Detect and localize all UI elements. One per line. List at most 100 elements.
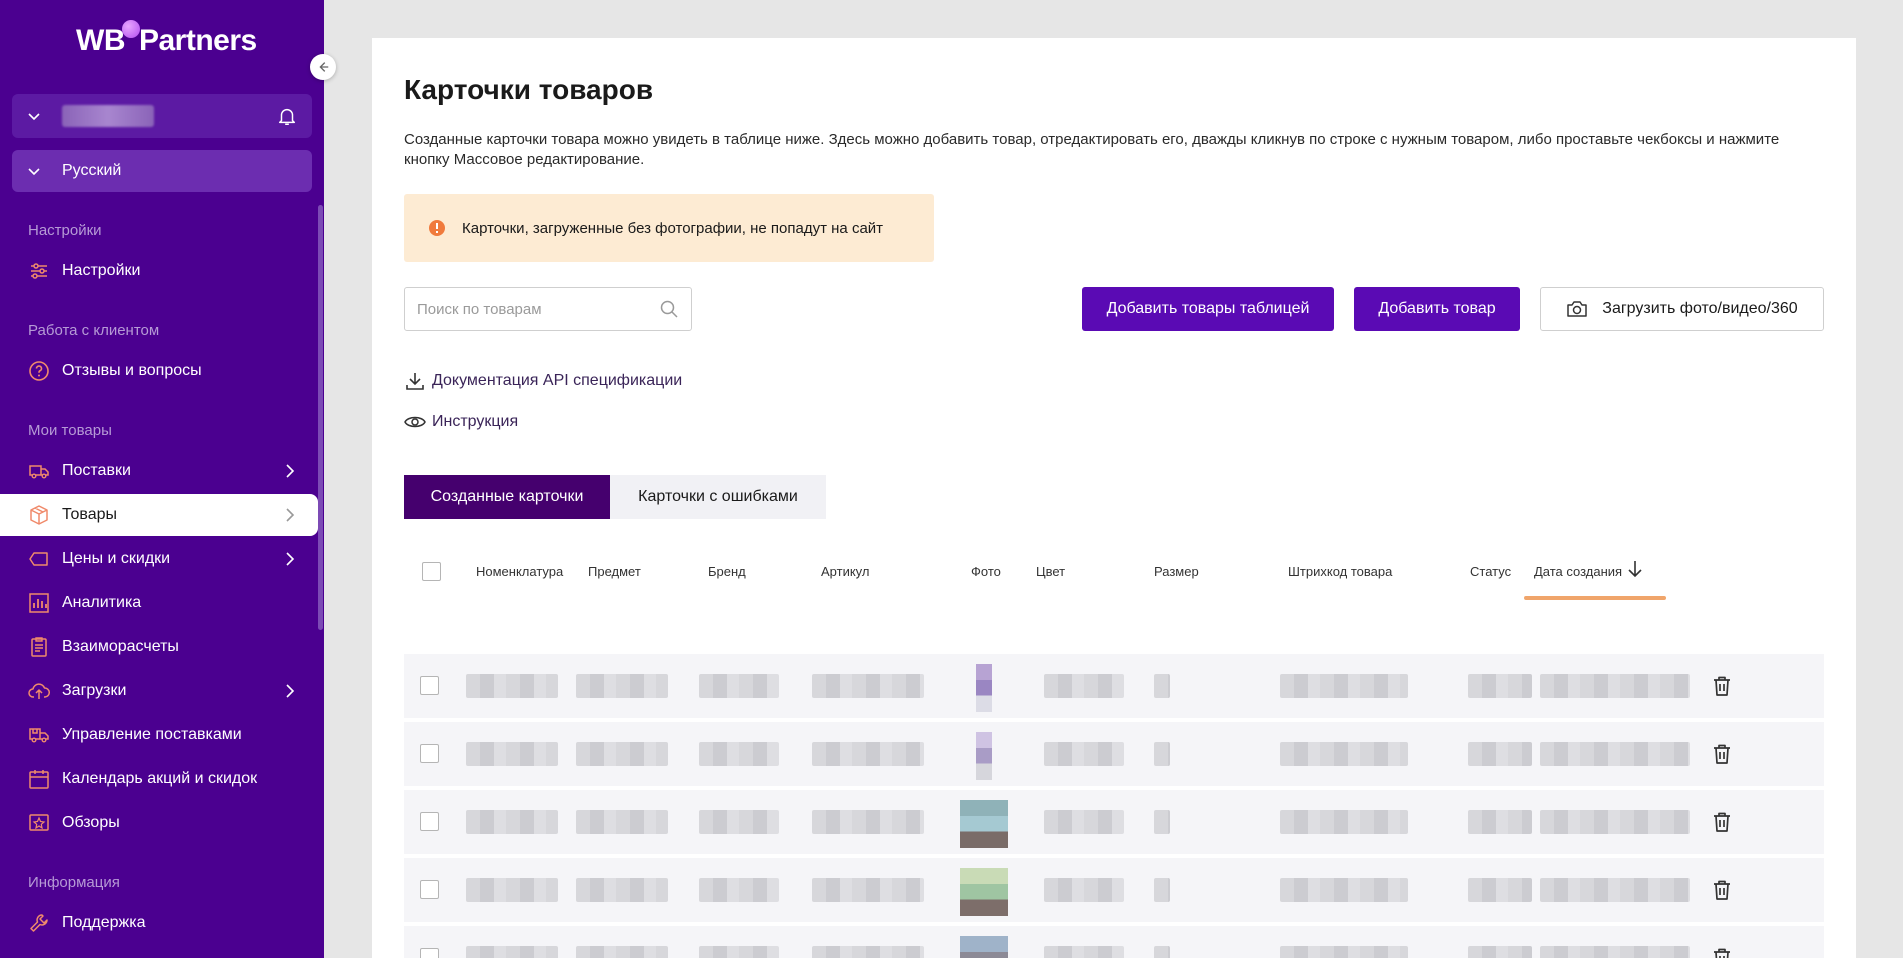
row-checkbox[interactable] xyxy=(420,948,439,958)
redacted-cell xyxy=(1154,674,1170,698)
bell-icon[interactable] xyxy=(276,105,298,127)
redacted-cell xyxy=(1044,674,1124,698)
chevron-right-icon xyxy=(286,552,295,566)
column-header-article[interactable]: Артикул xyxy=(821,564,869,579)
delete-trash-icon[interactable] xyxy=(1710,878,1734,902)
sidebar-item-label: Управление поставками xyxy=(62,726,242,743)
redacted-cell xyxy=(1280,810,1408,834)
sidebar-item-label: Календарь акций и скидок xyxy=(62,770,258,787)
search-icon[interactable] xyxy=(659,299,679,319)
column-header-status[interactable]: Статус xyxy=(1470,564,1511,579)
search-box[interactable] xyxy=(404,287,692,331)
sort-arrow-down-icon[interactable] xyxy=(1624,558,1646,580)
add-product-button[interactable]: Добавить товар xyxy=(1354,287,1520,331)
tab-created-cards[interactable]: Созданные карточки xyxy=(404,475,610,519)
sidebar-item-label: Отзывы и вопросы xyxy=(62,362,202,379)
sidebar-item-settlements[interactable]: Взаиморасчеты xyxy=(0,626,318,668)
no-photo-warning: Карточки, загруженные без фотографии, не… xyxy=(404,194,934,262)
add-products-table-button[interactable]: Добавить товары таблицей xyxy=(1082,287,1334,331)
redacted-cell xyxy=(699,878,779,902)
redacted-cell xyxy=(466,878,558,902)
redacted-cell xyxy=(1468,674,1532,698)
chevron-down-icon xyxy=(28,168,40,176)
sidebar-item-promo-calendar[interactable]: Календарь акций и скидок xyxy=(0,758,318,800)
sidebar-item-products[interactable]: Товары xyxy=(0,494,318,536)
sidebar-item-reviews[interactable]: Отзывы и вопросы xyxy=(0,350,318,392)
account-selector[interactable] xyxy=(12,94,312,138)
row-checkbox[interactable] xyxy=(420,676,439,695)
api-docs-link[interactable]: Документация API спецификации xyxy=(404,370,682,392)
product-photo-thumbnail[interactable] xyxy=(960,800,1008,848)
redacted-cell xyxy=(1468,810,1532,834)
sidebar-item-analytics[interactable]: Аналитика xyxy=(0,582,318,624)
language-selector[interactable]: Русский xyxy=(12,150,312,192)
redacted-cell xyxy=(1154,810,1170,834)
chevron-right-icon xyxy=(286,464,295,478)
delete-trash-icon[interactable] xyxy=(1710,810,1734,834)
tab-cards-with-errors[interactable]: Карточки с ошибками xyxy=(610,475,826,519)
tag-icon xyxy=(28,548,50,570)
sidebar-item-prices[interactable]: Цены и скидки xyxy=(0,538,318,580)
api-docs-label: Документация API спецификации xyxy=(432,372,683,389)
product-photo-thumbnail[interactable] xyxy=(976,664,992,712)
product-photo-thumbnail[interactable] xyxy=(960,936,1008,958)
redacted-cell xyxy=(699,674,779,698)
row-checkbox[interactable] xyxy=(420,744,439,763)
cards-tabs: Созданные карточки Карточки с ошибками xyxy=(404,475,826,519)
redacted-cell xyxy=(1540,674,1690,698)
sidebar-item-label: Аналитика xyxy=(62,594,142,611)
eye-icon xyxy=(404,416,426,428)
column-header-size[interactable]: Размер xyxy=(1154,564,1199,579)
sidebar-item-label: Товары xyxy=(62,506,118,523)
table-row[interactable] xyxy=(404,790,1824,858)
column-header-color[interactable]: Цвет xyxy=(1036,564,1065,579)
sidebar-item-reviews-overview[interactable]: Обзоры xyxy=(0,802,318,844)
instructions-link[interactable]: Инструкция xyxy=(404,411,518,433)
delete-trash-icon[interactable] xyxy=(1710,946,1734,958)
redacted-cell xyxy=(1154,878,1170,902)
truck-box-icon xyxy=(28,724,50,746)
sidebar-item-settings[interactable]: Настройки xyxy=(0,250,318,292)
redacted-cell xyxy=(1540,742,1690,766)
column-header-created-date[interactable]: Дата создания xyxy=(1534,564,1622,579)
wb-partners-logo[interactable]: WB Partners xyxy=(76,20,257,58)
column-header-photo[interactable]: Фото xyxy=(971,564,1001,579)
redacted-cell xyxy=(812,810,924,834)
row-checkbox[interactable] xyxy=(420,880,439,899)
sidebar-item-label: Поддержка xyxy=(62,914,146,931)
download-icon xyxy=(406,373,424,390)
sidebar-item-uploads[interactable]: Загрузки xyxy=(0,670,318,712)
select-all-checkbox[interactable] xyxy=(422,562,441,581)
collapse-sidebar-button[interactable] xyxy=(310,54,336,80)
sidebar-item-supply-management[interactable]: Управление поставками xyxy=(0,714,318,756)
section-title-customers: Работа с клиентом xyxy=(28,322,160,339)
chevron-down-icon xyxy=(28,113,40,121)
upload-media-button[interactable]: Загрузить фото/видео/360 xyxy=(1540,287,1824,331)
sidebar-item-support[interactable]: Поддержка xyxy=(0,902,318,944)
redacted-cell xyxy=(576,742,668,766)
table-row[interactable] xyxy=(404,654,1824,722)
table-row[interactable] xyxy=(404,722,1824,790)
sidebar-item-supplies[interactable]: Поставки xyxy=(0,450,318,492)
sidebar-scrollbar[interactable] xyxy=(318,205,323,630)
product-photo-thumbnail[interactable] xyxy=(960,868,1008,916)
redacted-cell xyxy=(1154,946,1170,958)
table-row[interactable] xyxy=(404,858,1824,926)
table-row[interactable] xyxy=(404,926,1824,958)
sidebar: WB Partners Русский Настройки Настройки Р… xyxy=(0,0,336,958)
redacted-cell xyxy=(1044,878,1124,902)
column-header-nomenclature[interactable]: Номенклатура xyxy=(476,564,563,579)
product-photo-thumbnail[interactable] xyxy=(976,732,992,780)
redacted-cell xyxy=(699,810,779,834)
alert-text: Карточки, загруженные без фотографии, не… xyxy=(462,219,884,237)
delete-trash-icon[interactable] xyxy=(1710,742,1734,766)
redacted-cell xyxy=(1280,674,1408,698)
column-header-barcode[interactable]: Штрихкод товара xyxy=(1288,564,1392,579)
column-header-brand[interactable]: Бренд xyxy=(708,564,746,579)
redacted-cell xyxy=(812,946,924,958)
search-input[interactable] xyxy=(417,300,659,318)
sidebar-item-label: Взаиморасчеты xyxy=(62,638,179,655)
row-checkbox[interactable] xyxy=(420,812,439,831)
column-header-subject[interactable]: Предмет xyxy=(588,564,641,579)
delete-trash-icon[interactable] xyxy=(1710,674,1734,698)
